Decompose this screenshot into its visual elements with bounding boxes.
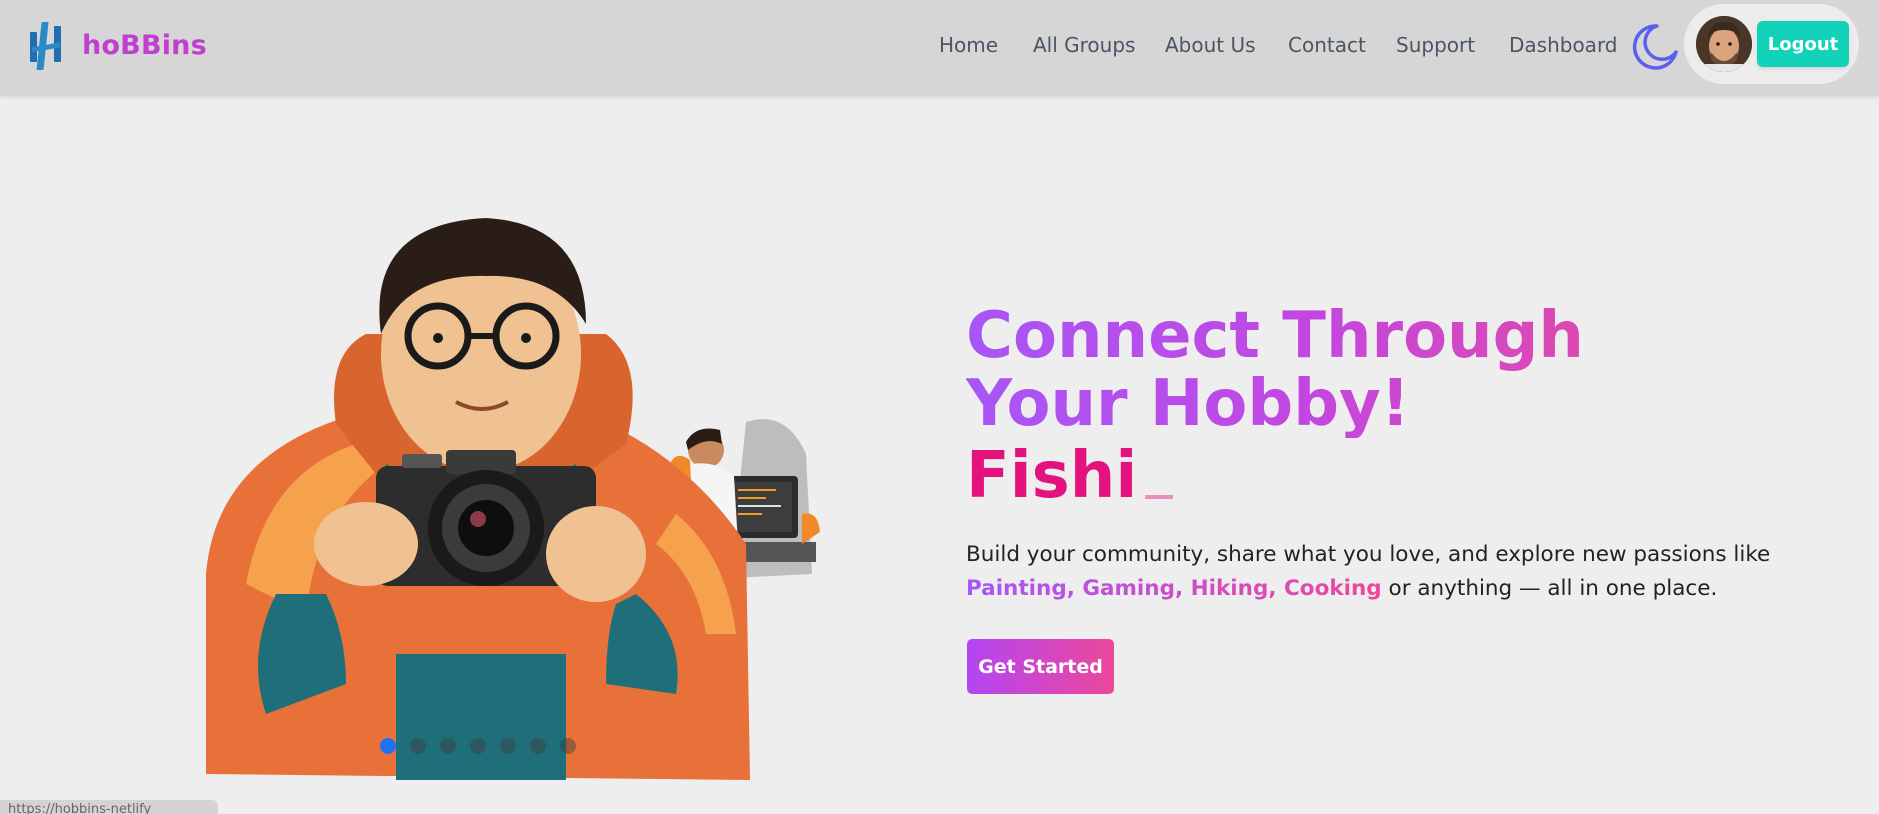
nav-link-home[interactable]: Home (939, 33, 998, 57)
user-avatar[interactable] (1696, 16, 1752, 72)
carousel-dots (380, 738, 576, 754)
nav-link-all-groups[interactable]: All Groups (1033, 33, 1135, 57)
hobbins-logo-icon (30, 22, 61, 70)
carousel-dot[interactable] (470, 738, 486, 754)
navbar: hoBBins Home All Groups About Us Contact… (0, 0, 1879, 96)
hero-description-start: Build your community, share what you lov… (966, 542, 1771, 567)
logout-button[interactable]: Logout (1757, 21, 1849, 67)
nav-link-contact[interactable]: Contact (1288, 33, 1366, 57)
photographer (206, 218, 750, 780)
brand-name: hoBBins (82, 29, 207, 61)
typed-hobby-text: Fishi (966, 439, 1174, 513)
typed-hobby-word: Fishi (966, 439, 1138, 513)
carousel-dot[interactable] (440, 738, 456, 754)
nav-link-dashboard[interactable]: Dashboard (1509, 33, 1618, 57)
nav-link-support[interactable]: Support (1396, 33, 1475, 57)
carousel-dot[interactable] (410, 738, 426, 754)
get-started-button[interactable]: Get Started (967, 639, 1114, 694)
hero-description-end: or anything — all in one place. (1381, 576, 1718, 601)
moon-icon[interactable] (1630, 22, 1680, 72)
nav-link-about-us[interactable]: About Us (1165, 33, 1256, 57)
typing-cursor (1145, 495, 1174, 499)
hero-hobbies-highlight: Painting, Gaming, Hiking, Cooking (966, 576, 1382, 601)
hero-title: Connect Through Your Hobby! (966, 302, 1726, 438)
carousel-dot[interactable] (560, 738, 576, 754)
carousel-dot[interactable] (530, 738, 546, 754)
status-bar-url: https://hobbins-netlify (0, 800, 218, 814)
hero-illustration (206, 214, 826, 780)
carousel-dot[interactable] (380, 738, 396, 754)
carousel-dot[interactable] (500, 738, 516, 754)
photographer-illustration (206, 218, 820, 780)
hero-description: Build your community, share what you lov… (966, 538, 1816, 606)
brand[interactable]: hoBBins (28, 18, 207, 72)
